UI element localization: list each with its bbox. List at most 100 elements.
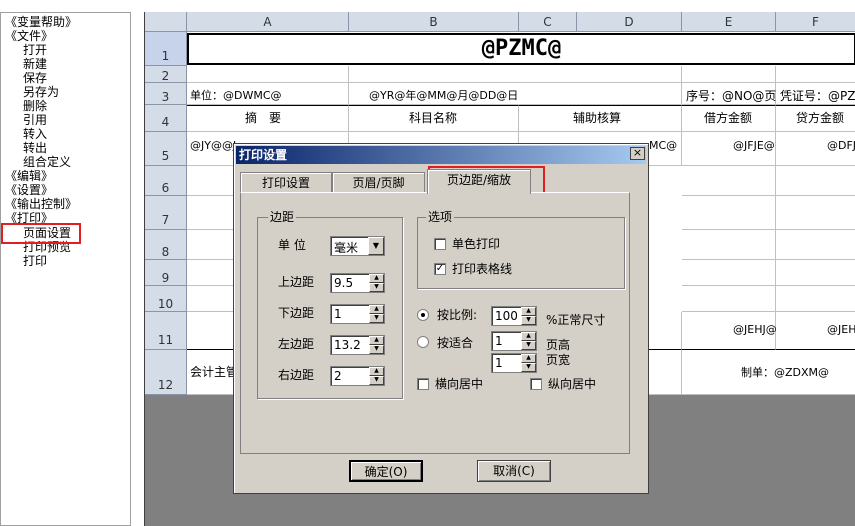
tree-item-open[interactable]: 打开 — [23, 43, 47, 57]
vcenter-label: 纵向居中 — [548, 377, 597, 391]
cell-f9[interactable] — [776, 260, 855, 286]
tab-margins-scale[interactable]: 页边距/缩放 — [427, 169, 531, 194]
row-header-5[interactable]: 5 — [145, 132, 187, 166]
fit-width-label: 页宽 — [546, 353, 571, 367]
margins-group-title: 边距 — [268, 210, 297, 224]
tree-item-combo-define[interactable]: 组合定义 — [23, 155, 71, 169]
unit-label: 单 位 — [278, 238, 306, 252]
scale-ratio-spinner[interactable]: 100 ▲ ▼ — [491, 306, 537, 326]
cancel-button[interactable]: 取消(C) — [477, 460, 551, 482]
cell-e6[interactable] — [682, 166, 776, 196]
spin-down-icon[interactable]: ▼ — [369, 376, 384, 385]
row-header-8[interactable]: 8 — [145, 230, 187, 260]
row-header-1[interactable]: 1 — [145, 32, 187, 66]
col-header-f[interactable]: F — [776, 12, 855, 32]
spin-up-icon[interactable]: ▲ — [521, 332, 536, 341]
aux-var: MC@ — [649, 139, 678, 152]
cell-e7[interactable] — [682, 196, 776, 230]
tree-item-save-as[interactable]: 另存为 — [23, 85, 59, 99]
bottom-margin-label: 下边距 — [278, 306, 315, 320]
credit-var: @DFJ — [827, 139, 855, 152]
cell-e2[interactable] — [682, 66, 776, 83]
left-margin-spinner[interactable]: 13.2 ▲ ▼ — [330, 335, 385, 355]
cell-f7[interactable] — [776, 196, 855, 230]
cell-f2[interactable] — [776, 66, 855, 83]
bottom-margin-spinner[interactable]: 1 ▲ ▼ — [330, 304, 385, 324]
spin-down-icon[interactable]: ▼ — [521, 316, 536, 325]
spin-down-icon[interactable]: ▼ — [369, 283, 384, 292]
tree-item-new[interactable]: 新建 — [23, 57, 47, 71]
tree-item-delete[interactable]: 删除 — [23, 99, 47, 113]
tree-item-import[interactable]: 转入 — [23, 127, 47, 141]
cell-e10[interactable] — [682, 286, 776, 312]
spin-up-icon[interactable]: ▲ — [369, 274, 384, 283]
serial-field: 序号：@NO@页 — [686, 89, 777, 103]
col-header-c[interactable]: C — [519, 12, 577, 32]
right-margin-spinner[interactable]: 2 ▲ ▼ — [330, 366, 385, 386]
close-icon[interactable]: × — [630, 147, 645, 160]
cell-f6[interactable] — [776, 166, 855, 196]
scale-ratio-radio[interactable] — [417, 309, 429, 321]
row-header-3[interactable]: 3 — [145, 83, 187, 105]
summary-var: @JY@@J — [190, 139, 237, 152]
voucher-no-field: 凭证号：@PZBH — [780, 89, 855, 103]
spin-down-icon[interactable]: ▼ — [521, 363, 536, 372]
dialog-title-bar[interactable]: 打印设置 — [236, 146, 646, 164]
cell-b2[interactable] — [349, 66, 682, 83]
row-header-12[interactable]: 12 — [145, 350, 187, 395]
chevron-down-icon[interactable]: ▼ — [368, 237, 384, 255]
fit-height-spinner[interactable]: 1 ▲ ▼ — [491, 331, 537, 351]
vcenter-checkbox[interactable] — [530, 378, 542, 390]
row-header-4[interactable]: 4 — [145, 105, 187, 132]
unit-select[interactable]: 毫米 ▼ — [330, 236, 385, 256]
row-header-7[interactable]: 7 — [145, 196, 187, 230]
mono-print-checkbox[interactable] — [434, 238, 446, 250]
spin-down-icon[interactable]: ▼ — [369, 314, 384, 323]
col-header-e[interactable]: E — [682, 12, 776, 32]
row-header-2[interactable]: 2 — [145, 66, 187, 83]
row-header-11[interactable]: 11 — [145, 312, 187, 350]
cell-f10[interactable] — [776, 286, 855, 312]
row-header-10[interactable]: 10 — [145, 286, 187, 312]
tree-item-output-control[interactable]: 《输出控制》 — [5, 197, 77, 211]
spin-down-icon[interactable]: ▼ — [369, 345, 384, 354]
tab-header-footer[interactable]: 页眉/页脚 — [332, 172, 425, 194]
cell-a2[interactable] — [187, 66, 349, 83]
top-margin-label: 上边距 — [278, 275, 315, 289]
fit-width-spinner[interactable]: 1 ▲ ▼ — [491, 353, 537, 373]
aux-accounting-header: 辅助核算 — [573, 111, 622, 125]
spin-up-icon[interactable]: ▲ — [521, 354, 536, 363]
scale-fit-radio[interactable] — [417, 336, 429, 348]
row-header-6[interactable]: 6 — [145, 166, 187, 196]
top-margin-spinner[interactable]: 9.5 ▲ ▼ — [330, 273, 385, 293]
tree-item-file[interactable]: 《文件》 — [5, 29, 53, 43]
spin-up-icon[interactable]: ▲ — [369, 336, 384, 345]
tree-item-settings[interactable]: 《设置》 — [5, 183, 53, 197]
tree-item-reference[interactable]: 引用 — [23, 113, 47, 127]
voucher-title-cell[interactable]: @PZMC@ — [187, 33, 855, 65]
tab-print-settings[interactable]: 打印设置 — [240, 172, 332, 194]
print-grid-checkbox[interactable]: ✓ — [434, 263, 446, 275]
tree-item-save[interactable]: 保存 — [23, 71, 47, 85]
spin-up-icon[interactable]: ▲ — [369, 367, 384, 376]
spin-down-icon[interactable]: ▼ — [521, 341, 536, 350]
col-header-b[interactable]: B — [349, 12, 519, 32]
spin-up-icon[interactable]: ▲ — [521, 307, 536, 316]
debit-var: @JFJE@ — [733, 139, 775, 152]
cell-e8[interactable] — [682, 230, 776, 260]
hcenter-checkbox[interactable] — [417, 378, 429, 390]
sheet-corner[interactable] — [145, 12, 187, 32]
tree-item-export[interactable]: 转出 — [23, 141, 47, 155]
ok-button[interactable]: 确定(O) — [349, 460, 423, 482]
col-header-a[interactable]: A — [187, 12, 349, 32]
spin-up-icon[interactable]: ▲ — [369, 305, 384, 314]
left-margin-value: 13.2 — [334, 338, 361, 352]
tree-item-print[interactable]: 打印 — [23, 254, 47, 268]
cell-f8[interactable] — [776, 230, 855, 260]
row-header-9[interactable]: 9 — [145, 260, 187, 286]
unit-field: 单位：@DWMC@ — [190, 89, 282, 102]
cell-e9[interactable] — [682, 260, 776, 286]
col-header-d[interactable]: D — [577, 12, 682, 32]
tree-item-variable-help[interactable]: 《变量帮助》 — [5, 15, 77, 29]
tree-item-edit[interactable]: 《编辑》 — [5, 169, 53, 183]
